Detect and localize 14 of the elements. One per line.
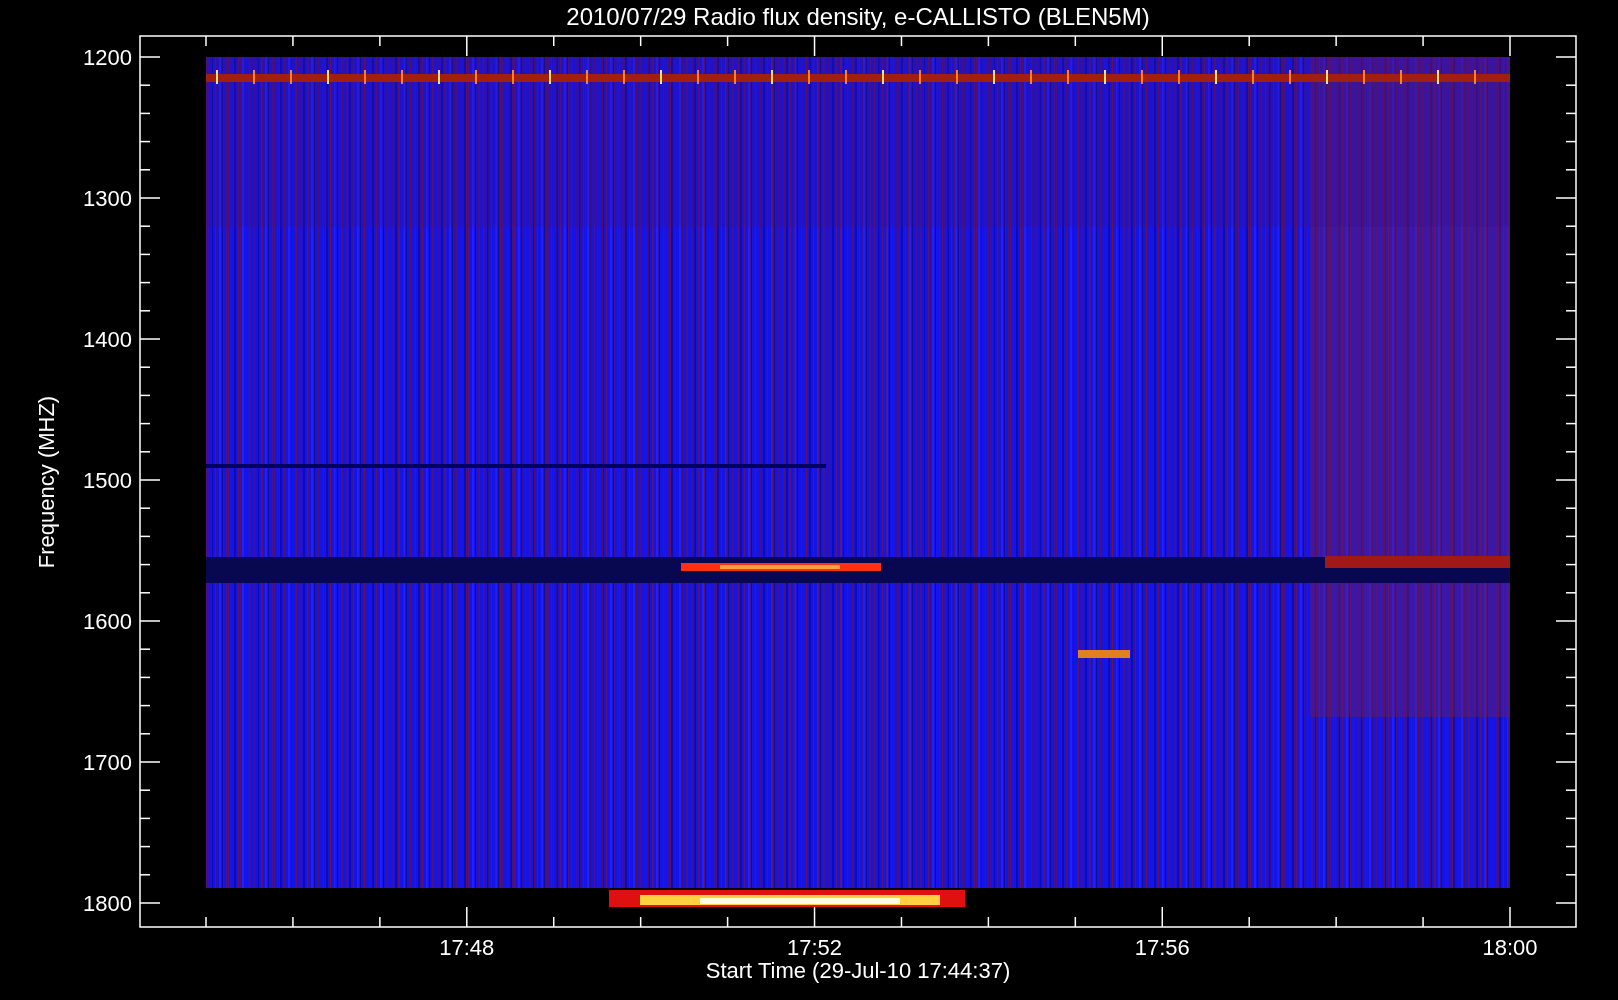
tick-label: 17:52 <box>787 935 843 960</box>
tick-label: 1500 <box>83 468 132 493</box>
tick-label: 17:48 <box>439 935 495 960</box>
tick-label: 1300 <box>83 186 132 211</box>
axis-title: Frequency (MHZ) <box>34 395 59 569</box>
chart-title: 2010/07/29 Radio flux density, e-CALLISTO (BLEN5M) <box>566 3 1150 30</box>
tick-label: 1600 <box>83 609 132 634</box>
tick-label: 1200 <box>83 45 132 70</box>
tick-label: 1800 <box>83 891 132 916</box>
tick-label: 1700 <box>83 750 132 775</box>
tick-label: 18:00 <box>1482 935 1538 960</box>
tick-label: 1400 <box>83 327 132 352</box>
axis-title: Start Time (29-Jul-10 17:44:37) <box>705 958 1011 983</box>
tick-label: 17:56 <box>1134 935 1190 960</box>
